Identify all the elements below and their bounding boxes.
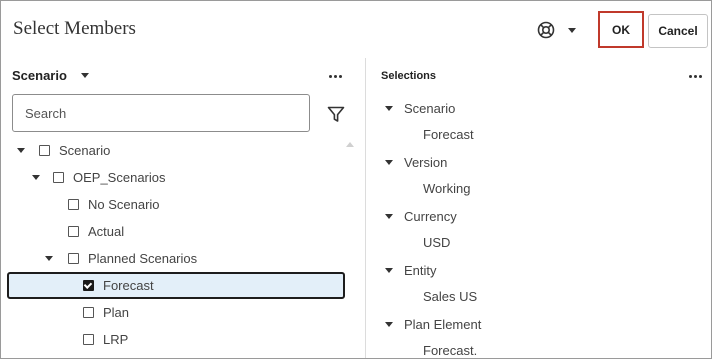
dot <box>334 75 337 78</box>
selection-member[interactable]: USD <box>423 232 450 252</box>
dialog-title: Select Members <box>13 18 136 39</box>
tree-row-label: OEP_Scenarios <box>73 170 166 185</box>
tree-row-oep-scenarios[interactable]: OEP_Scenarios <box>32 164 166 191</box>
tree-row-no-scenario[interactable]: No Scenario <box>68 191 160 218</box>
tree-row-label: No Scenario <box>88 197 160 212</box>
tree-row-label: Forecast <box>103 278 154 293</box>
selection-dimension-currency[interactable]: Currency <box>385 206 457 226</box>
checkbox[interactable] <box>68 199 79 210</box>
tree-row-plan[interactable]: Plan <box>83 299 129 326</box>
selection-member[interactable]: Forecast <box>423 124 474 144</box>
selection-dimension-version[interactable]: Version <box>385 152 447 172</box>
dot <box>694 75 697 78</box>
checkbox-checked[interactable] <box>83 280 94 291</box>
checkbox[interactable] <box>39 145 50 156</box>
selection-dimension-label: Plan Element <box>404 316 482 332</box>
tree-row-planned-scenarios[interactable]: Planned Scenarios <box>45 245 197 272</box>
scroll-up-arrow-icon[interactable] <box>346 142 354 147</box>
expand-toggle-icon[interactable] <box>32 175 40 180</box>
checkbox[interactable] <box>68 253 79 264</box>
checkbox[interactable] <box>68 226 79 237</box>
collapse-toggle-icon[interactable] <box>385 213 393 219</box>
cancel-button[interactable]: Cancel <box>648 14 708 48</box>
member-tree-pane: Scenario Scenario OEP_Scenarios <box>1 58 365 358</box>
pane-divider <box>365 58 366 358</box>
collapse-toggle-icon[interactable] <box>385 267 393 273</box>
tree-row-label: LRP <box>103 332 129 347</box>
tree-row-label: Planned Scenarios <box>88 251 198 266</box>
checkbox[interactable] <box>53 172 64 183</box>
dot <box>339 75 342 78</box>
selections-title: Selections <box>381 70 437 82</box>
selection-member[interactable]: Sales US <box>423 286 477 306</box>
dot <box>699 75 702 78</box>
selection-dimension-label: Entity <box>404 262 437 278</box>
selection-dimension-label: Scenario <box>404 100 456 116</box>
tree-row-actual[interactable]: Actual <box>68 218 124 245</box>
collapse-toggle-icon[interactable] <box>385 321 393 327</box>
tree-row-label: Plan <box>103 305 130 320</box>
filter-icon[interactable] <box>327 106 345 126</box>
checkbox[interactable] <box>83 334 94 345</box>
lifebuoy-icon <box>537 21 555 39</box>
tree-row-label: Scenario <box>59 143 111 158</box>
selection-dimension-label: Currency <box>404 208 457 224</box>
selection-member[interactable]: Working <box>423 178 470 198</box>
collapse-toggle-icon[interactable] <box>385 105 393 111</box>
dimension-label: Scenario <box>12 68 67 83</box>
tree-row-forecast[interactable]: Forecast <box>83 272 154 299</box>
selection-dimension-plan-element[interactable]: Plan Element <box>385 314 481 334</box>
checkbox[interactable] <box>83 307 94 318</box>
help-menu-button[interactable] <box>537 18 583 42</box>
tree-row-lrp[interactable]: LRP <box>83 326 128 353</box>
dot <box>329 75 332 78</box>
selections-more-actions-button[interactable] <box>689 75 702 78</box>
search-input[interactable] <box>12 94 310 132</box>
selection-dimension-scenario[interactable]: Scenario <box>385 98 455 118</box>
selection-member[interactable]: Forecast. <box>423 340 477 358</box>
select-members-dialog: Select Members OK Cancel Scenario Search… <box>0 0 712 359</box>
chevron-down-icon <box>568 27 576 33</box>
dimension-selector[interactable]: Scenario <box>12 68 89 83</box>
expand-toggle-icon[interactable] <box>17 148 25 153</box>
tree-more-actions-button[interactable] <box>329 75 342 78</box>
chevron-down-icon <box>80 73 89 78</box>
selected-row-highlight <box>7 272 345 299</box>
ok-button[interactable]: OK <box>598 11 644 48</box>
selection-dimension-entity[interactable]: Entity <box>385 260 437 280</box>
dot <box>689 75 692 78</box>
tree-row-scenario[interactable]: Scenario <box>17 137 110 164</box>
selection-dimension-label: Version <box>404 154 448 170</box>
tree-row-label: Actual <box>88 224 125 239</box>
expand-toggle-icon[interactable] <box>45 256 53 261</box>
collapse-toggle-icon[interactable] <box>385 159 393 165</box>
